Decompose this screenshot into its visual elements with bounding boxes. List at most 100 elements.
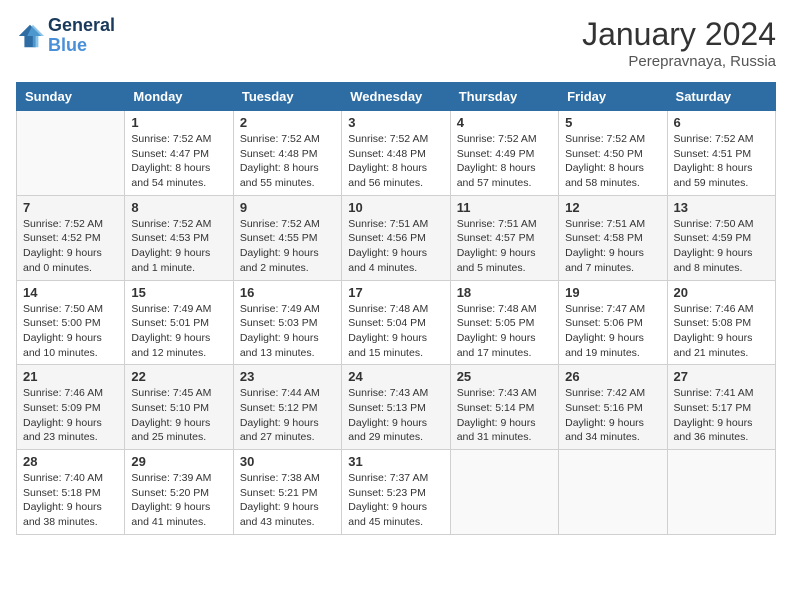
- calendar-cell: 10 Sunrise: 7:51 AM Sunset: 4:56 PM Dayli…: [342, 195, 450, 280]
- day-info: Sunrise: 7:52 AM Sunset: 4:47 PM Dayligh…: [131, 132, 226, 191]
- day-number: 24: [348, 369, 443, 384]
- logo: General Blue: [16, 16, 115, 56]
- day-info: Sunrise: 7:46 AM Sunset: 5:09 PM Dayligh…: [23, 386, 118, 445]
- calendar-cell: 13Sunrise: 7:50 AM Sunset: 4:59 PM Dayli…: [667, 195, 775, 280]
- day-number: 4: [457, 115, 552, 130]
- day-number: 11: [457, 200, 552, 215]
- calendar-subtitle: Perepravnaya, Russia: [582, 53, 776, 70]
- day-info: Sunrise: 7:43 AM Sunset: 5:13 PM Dayligh…: [348, 386, 443, 445]
- calendar-cell: 25Sunrise: 7:43 AM Sunset: 5:14 PM Dayli…: [450, 365, 558, 450]
- day-info: Sunrise: 7:52 AM Sunset: 4:50 PM Dayligh…: [565, 132, 660, 191]
- calendar-body: 1 Sunrise: 7:52 AM Sunset: 4:47 PM Daylig…: [17, 111, 776, 535]
- weekday-header: Sunday: [17, 83, 125, 111]
- calendar-cell: 15 Sunrise: 7:49 AM Sunset: 5:01 PM Dayli…: [125, 280, 233, 365]
- day-number: 16: [240, 285, 335, 300]
- day-number: 28: [23, 454, 118, 469]
- calendar-cell: [450, 450, 558, 535]
- calendar-cell: 11Sunrise: 7:51 AM Sunset: 4:57 PM Dayli…: [450, 195, 558, 280]
- calendar-cell: 1 Sunrise: 7:52 AM Sunset: 4:47 PM Daylig…: [125, 111, 233, 196]
- calendar-cell: 18Sunrise: 7:48 AM Sunset: 5:05 PM Dayli…: [450, 280, 558, 365]
- day-info: Sunrise: 7:51 AM Sunset: 4:58 PM Dayligh…: [565, 217, 660, 276]
- weekday-header: Tuesday: [233, 83, 341, 111]
- day-info: Sunrise: 7:49 AM Sunset: 5:01 PM Dayligh…: [131, 302, 226, 361]
- day-number: 1: [131, 115, 226, 130]
- day-number: 3: [348, 115, 443, 130]
- calendar-cell: 4 Sunrise: 7:52 AM Sunset: 4:49 PM Daylig…: [450, 111, 558, 196]
- weekday-header: Monday: [125, 83, 233, 111]
- day-info: Sunrise: 7:46 AM Sunset: 5:08 PM Dayligh…: [674, 302, 769, 361]
- logo-icon: [16, 22, 44, 50]
- calendar-cell: 3 Sunrise: 7:52 AM Sunset: 4:48 PM Daylig…: [342, 111, 450, 196]
- logo-text: General Blue: [48, 16, 115, 56]
- day-number: 7: [23, 200, 118, 215]
- weekday-header: Saturday: [667, 83, 775, 111]
- day-info: Sunrise: 7:44 AM Sunset: 5:12 PM Dayligh…: [240, 386, 335, 445]
- day-number: 2: [240, 115, 335, 130]
- calendar-cell: 20 Sunrise: 7:46 AM Sunset: 5:08 PM Dayli…: [667, 280, 775, 365]
- day-number: 5: [565, 115, 660, 130]
- day-number: 6: [674, 115, 769, 130]
- day-number: 31: [348, 454, 443, 469]
- calendar-cell: 22 Sunrise: 7:45 AM Sunset: 5:10 PM Dayli…: [125, 365, 233, 450]
- day-number: 29: [131, 454, 226, 469]
- day-number: 19: [565, 285, 660, 300]
- day-number: 30: [240, 454, 335, 469]
- day-number: 12: [565, 200, 660, 215]
- calendar-cell: 7 Sunrise: 7:52 AM Sunset: 4:52 PM Daylig…: [17, 195, 125, 280]
- day-info: Sunrise: 7:45 AM Sunset: 5:10 PM Dayligh…: [131, 386, 226, 445]
- calendar-cell: 30 Sunrise: 7:38 AM Sunset: 5:21 PM Dayli…: [233, 450, 341, 535]
- day-number: 22: [131, 369, 226, 384]
- calendar-cell: [667, 450, 775, 535]
- day-info: Sunrise: 7:52 AM Sunset: 4:48 PM Dayligh…: [348, 132, 443, 191]
- calendar-cell: 23Sunrise: 7:44 AM Sunset: 5:12 PM Dayli…: [233, 365, 341, 450]
- day-info: Sunrise: 7:43 AM Sunset: 5:14 PM Dayligh…: [457, 386, 552, 445]
- calendar-cell: 24 Sunrise: 7:43 AM Sunset: 5:13 PM Dayli…: [342, 365, 450, 450]
- day-info: Sunrise: 7:50 AM Sunset: 5:00 PM Dayligh…: [23, 302, 118, 361]
- day-number: 20: [674, 285, 769, 300]
- calendar-cell: 17 Sunrise: 7:48 AM Sunset: 5:04 PM Dayli…: [342, 280, 450, 365]
- weekday-header: Wednesday: [342, 83, 450, 111]
- title-block: January 2024 Perepravnaya, Russia: [582, 16, 776, 70]
- calendar-cell: 12 Sunrise: 7:51 AM Sunset: 4:58 PM Dayli…: [559, 195, 667, 280]
- day-number: 21: [23, 369, 118, 384]
- day-info: Sunrise: 7:52 AM Sunset: 4:51 PM Dayligh…: [674, 132, 769, 191]
- day-number: 17: [348, 285, 443, 300]
- calendar-cell: 14 Sunrise: 7:50 AM Sunset: 5:00 PM Dayli…: [17, 280, 125, 365]
- calendar-cell: 5 Sunrise: 7:52 AM Sunset: 4:50 PM Daylig…: [559, 111, 667, 196]
- day-info: Sunrise: 7:52 AM Sunset: 4:55 PM Dayligh…: [240, 217, 335, 276]
- weekday-header: Friday: [559, 83, 667, 111]
- day-number: 9: [240, 200, 335, 215]
- calendar-header: SundayMondayTuesdayWednesdayThursdayFrid…: [17, 83, 776, 111]
- day-number: 14: [23, 285, 118, 300]
- day-info: Sunrise: 7:50 AM Sunset: 4:59 PM Dayligh…: [674, 217, 769, 276]
- calendar-cell: 21 Sunrise: 7:46 AM Sunset: 5:09 PM Dayli…: [17, 365, 125, 450]
- calendar-week-row: 14 Sunrise: 7:50 AM Sunset: 5:00 PM Dayli…: [17, 280, 776, 365]
- day-info: Sunrise: 7:39 AM Sunset: 5:20 PM Dayligh…: [131, 471, 226, 530]
- calendar-week-row: 1 Sunrise: 7:52 AM Sunset: 4:47 PM Daylig…: [17, 111, 776, 196]
- day-number: 10: [348, 200, 443, 215]
- calendar-table: SundayMondayTuesdayWednesdayThursdayFrid…: [16, 82, 776, 535]
- day-info: Sunrise: 7:52 AM Sunset: 4:48 PM Dayligh…: [240, 132, 335, 191]
- calendar-cell: 31Sunrise: 7:37 AM Sunset: 5:23 PM Dayli…: [342, 450, 450, 535]
- day-info: Sunrise: 7:38 AM Sunset: 5:21 PM Dayligh…: [240, 471, 335, 530]
- calendar-cell: [559, 450, 667, 535]
- day-info: Sunrise: 7:52 AM Sunset: 4:52 PM Dayligh…: [23, 217, 118, 276]
- calendar-cell: 26Sunrise: 7:42 AM Sunset: 5:16 PM Dayli…: [559, 365, 667, 450]
- weekday-header: Thursday: [450, 83, 558, 111]
- day-info: Sunrise: 7:47 AM Sunset: 5:06 PM Dayligh…: [565, 302, 660, 361]
- calendar-week-row: 7 Sunrise: 7:52 AM Sunset: 4:52 PM Daylig…: [17, 195, 776, 280]
- calendar-title: January 2024: [582, 16, 776, 53]
- calendar-cell: [17, 111, 125, 196]
- calendar-cell: 2 Sunrise: 7:52 AM Sunset: 4:48 PM Daylig…: [233, 111, 341, 196]
- calendar-cell: 27Sunrise: 7:41 AM Sunset: 5:17 PM Dayli…: [667, 365, 775, 450]
- calendar-cell: 8Sunrise: 7:52 AM Sunset: 4:53 PM Daylig…: [125, 195, 233, 280]
- day-info: Sunrise: 7:40 AM Sunset: 5:18 PM Dayligh…: [23, 471, 118, 530]
- calendar-cell: 6 Sunrise: 7:52 AM Sunset: 4:51 PM Daylig…: [667, 111, 775, 196]
- day-number: 15: [131, 285, 226, 300]
- day-info: Sunrise: 7:51 AM Sunset: 4:56 PM Dayligh…: [348, 217, 443, 276]
- calendar-cell: 9 Sunrise: 7:52 AM Sunset: 4:55 PM Daylig…: [233, 195, 341, 280]
- day-number: 8: [131, 200, 226, 215]
- day-info: Sunrise: 7:48 AM Sunset: 5:04 PM Dayligh…: [348, 302, 443, 361]
- day-info: Sunrise: 7:52 AM Sunset: 4:49 PM Dayligh…: [457, 132, 552, 191]
- day-info: Sunrise: 7:49 AM Sunset: 5:03 PM Dayligh…: [240, 302, 335, 361]
